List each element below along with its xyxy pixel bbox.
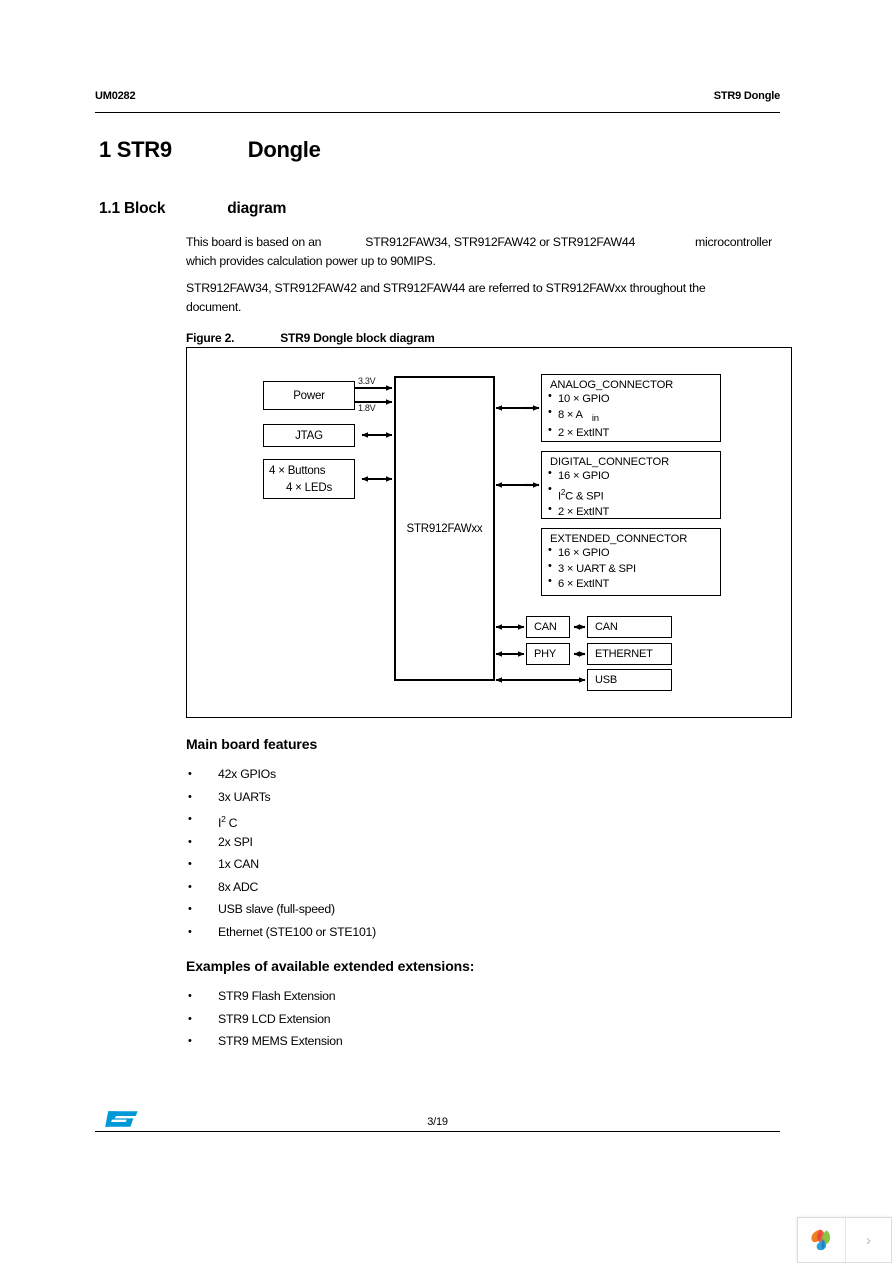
- block-buttons-label: 4 × Buttons: [269, 465, 326, 477]
- digital-connector-title: DIGITAL_CONNECTOR: [550, 456, 670, 468]
- list-item: 2x SPI: [186, 831, 376, 854]
- header-doc-id: UM0282: [95, 90, 136, 102]
- list-item: Ethernet (STE100 or STE101): [186, 921, 376, 944]
- heading1-text: Dongle: [247, 137, 321, 162]
- extended-item-uart-spi: 3 × UART & SPI: [548, 559, 720, 578]
- list-item: I2C: [186, 808, 376, 831]
- figure-caption-label: Figure 2.: [186, 331, 235, 345]
- heading1-number: 1 STR9: [99, 137, 172, 162]
- list-item: USB slave (full-speed): [186, 898, 376, 921]
- list-item: 3x UARTs: [186, 786, 376, 809]
- analog-item-ain: 8 × A in: [548, 405, 720, 427]
- figure-caption-text: STR9 Dongle block diagram: [280, 331, 435, 345]
- analog-item-gpio: 10 × GPIO: [548, 389, 720, 408]
- list-item: STR9 MEMS Extension: [186, 1030, 343, 1053]
- intro-paragraph: This board is based on an STR912FAW34, ST…: [186, 233, 786, 271]
- digital-item-i2c-tail: C & SPI: [565, 490, 604, 503]
- block-extended-connector: EXTENDED_CONNECTOR 16 × GPIO 3 × UART & …: [541, 528, 721, 596]
- block-leds-label: 4 × LEDs: [285, 482, 333, 494]
- figure-caption: Figure 2. STR9 Dongle block diagram: [186, 331, 435, 345]
- running-header: UM0282 STR9 Dongle: [95, 90, 780, 113]
- analog-item-ain-text: 8 × A: [558, 408, 583, 421]
- i2c-tail: C: [228, 816, 238, 831]
- intro-part-d: which provides calculation power up to 9…: [186, 254, 436, 268]
- voltage-label-1v8: 1.8V: [358, 403, 376, 413]
- digital-item-i2c-spi: I2C & SPI: [548, 481, 720, 505]
- block-can-controller: CAN: [526, 616, 570, 638]
- leaf-logo-icon[interactable]: [798, 1218, 846, 1262]
- list-item: 42x GPIOs: [186, 763, 376, 786]
- block-power: Power: [263, 381, 355, 410]
- extensions-list: STR9 Flash Extension STR9 LCD Extension …: [186, 985, 343, 1053]
- heading2-text: diagram: [227, 200, 287, 217]
- features-list: 42x GPIOs 3x UARTs I2C 2x SPI 1x CAN 8x …: [186, 763, 376, 943]
- running-footer: 3/19: [95, 1116, 780, 1150]
- block-buttons-leds: 4 × Buttons 4 × LEDs: [263, 459, 355, 499]
- heading2-number: 1.1 Block: [99, 200, 166, 217]
- extended-connector-title: EXTENDED_CONNECTOR: [550, 533, 688, 545]
- intro-part-c: microcontroller: [695, 235, 772, 249]
- list-item: STR9 Flash Extension: [186, 985, 342, 1008]
- block-microcontroller: STR912FAWxx: [394, 376, 495, 681]
- intro-part-a: This board is based on an: [186, 235, 322, 249]
- header-doc-title: STR9 Dongle: [713, 90, 780, 102]
- list-item: STR9 LCD Extension: [186, 1008, 342, 1031]
- extensions-heading: Examples of available extended extension…: [186, 958, 475, 974]
- page-number: 3/19: [427, 1116, 448, 1128]
- block-digital-connector: DIGITAL_CONNECTOR 16 × GPIO I2C & SPI 2 …: [541, 451, 721, 519]
- block-analog-connector: ANALOG_CONNECTOR 10 × GPIO 8 × A in 2 × E…: [541, 374, 721, 442]
- next-chevron-icon[interactable]: ›: [846, 1218, 891, 1262]
- analog-item-ain-subscript: in: [591, 412, 599, 424]
- block-can-connector: CAN: [587, 616, 672, 638]
- digital-item-gpio: 16 × GPIO: [548, 466, 720, 485]
- extended-item-extint: 6 × ExtINT: [548, 574, 720, 593]
- digital-item-extint: 2 × ExtINT: [548, 502, 720, 518]
- i2c-superscript: 2: [221, 814, 226, 824]
- analog-item-extint: 2 × ExtINT: [548, 423, 720, 441]
- extended-item-gpio: 16 × GPIO: [548, 543, 720, 562]
- document-page: UM0282 STR9 Dongle 1 STR9 Dongle 1.1 Bloc…: [0, 0, 892, 1263]
- list-item: 1x CAN: [186, 853, 376, 876]
- block-phy: PHY: [526, 643, 570, 665]
- block-usb-connector: USB: [587, 669, 672, 691]
- block-jtag: JTAG: [263, 424, 355, 447]
- list-item: 8x ADC: [186, 876, 376, 899]
- section-heading: 1.1 Block diagram: [99, 200, 286, 218]
- note-paragraph: STR912FAW34, STR912FAW42 and STR912FAW44…: [186, 281, 706, 314]
- features-heading: Main board features: [186, 736, 318, 752]
- floating-widget[interactable]: ›: [797, 1217, 892, 1263]
- block-diagram-figure: 3.3V 1.8V Power JTAG 4 × Buttons 4 × LED…: [186, 347, 792, 718]
- analog-connector-title: ANALOG_CONNECTOR: [550, 379, 674, 391]
- block-ethernet-connector: ETHERNET: [587, 643, 672, 665]
- intro-part-b: STR912FAW34, STR912FAW42 or STR912FAW44: [365, 235, 636, 249]
- mcu-label: STR912FAWxx: [406, 522, 483, 535]
- page-title: 1 STR9 Dongle: [99, 137, 321, 163]
- voltage-label-3v3: 3.3V: [358, 376, 376, 386]
